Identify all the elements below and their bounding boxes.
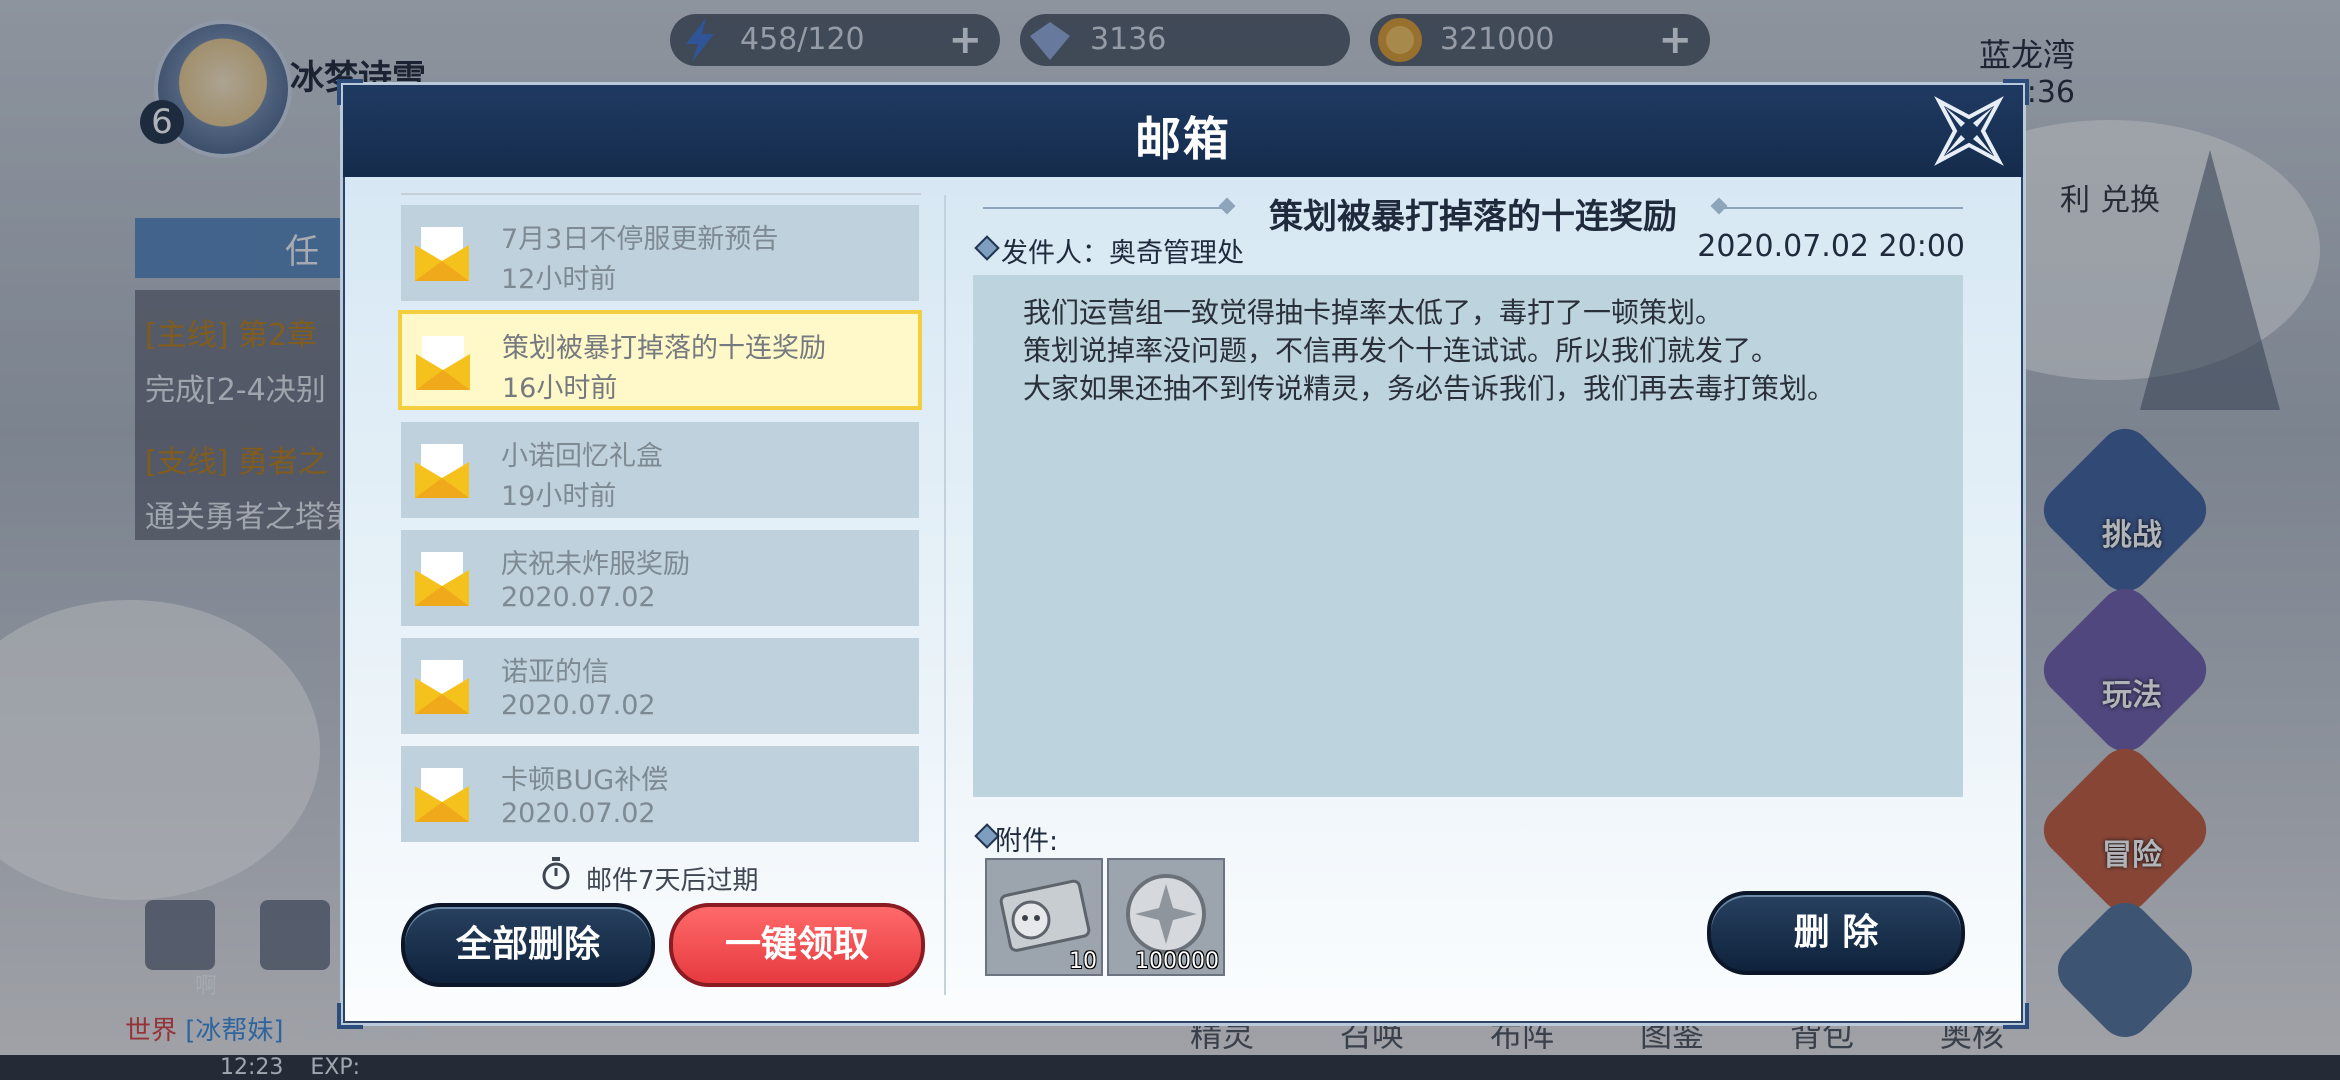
close-icon[interactable] bbox=[1933, 95, 2005, 167]
mail-item[interactable]: 小诺回忆礼盒 19小时前 bbox=[401, 422, 919, 518]
dialog-title: 邮箱 bbox=[1135, 112, 1231, 166]
claim-all-button[interactable]: 一键领取 bbox=[669, 903, 925, 987]
attachments-label: 附件: bbox=[995, 826, 1059, 857]
envelope-icon bbox=[415, 768, 469, 822]
mail-expire-note: 邮件7天后过期 bbox=[586, 866, 759, 896]
pane-divider bbox=[944, 195, 946, 995]
corner-ornament bbox=[2003, 79, 2029, 105]
content-line: 策划说掉率没问题，不信再发个十连试试。所以我们就发了。 bbox=[1023, 334, 1780, 367]
mail-time: 16小时前 bbox=[502, 373, 618, 404]
corner-ornament bbox=[2003, 1003, 2029, 1029]
mail-title: 诺亚的信 bbox=[501, 657, 609, 688]
list-divider bbox=[401, 193, 921, 195]
mail-date: 2020.07.02 20:00 bbox=[1697, 229, 1965, 264]
dialog-header: 邮箱 bbox=[343, 85, 2023, 177]
mail-item[interactable]: 卡顿BUG补偿 2020.07.02 bbox=[401, 746, 919, 842]
mail-title: 庆祝未炸服奖励 bbox=[501, 549, 690, 580]
mail-time: 2020.07.02 bbox=[501, 690, 656, 721]
content-line: 大家如果还抽不到传说精灵，务必告诉我们，我们再去毒打策划。 bbox=[1023, 372, 1836, 405]
attachment-qty: 10 bbox=[1069, 949, 1097, 974]
mail-content: 我们运营组一致觉得抽卡掉率太低了，毒打了一顿策划。 策划说掉率没问题，不信再发个… bbox=[973, 275, 1963, 797]
mail-time: 2020.07.02 bbox=[501, 582, 656, 613]
envelope-icon bbox=[415, 660, 469, 714]
mail-sender: 发件人：奥奇管理处 bbox=[1001, 238, 1244, 269]
attachment-qty: 100000 bbox=[1135, 949, 1219, 974]
stopwatch-icon bbox=[542, 857, 570, 890]
envelope-icon bbox=[416, 336, 470, 390]
mail-item[interactable]: 诺亚的信 2020.07.02 bbox=[401, 638, 919, 734]
mail-title: 策划被暴打掉落的十连奖励 bbox=[502, 333, 826, 364]
mail-title: 小诺回忆礼盒 bbox=[501, 441, 663, 472]
mail-time: 19小时前 bbox=[501, 481, 617, 512]
envelope-icon bbox=[415, 552, 469, 606]
mail-item[interactable]: 7月3日不停服更新预告 12小时前 bbox=[401, 205, 919, 301]
diamond-bullet-icon bbox=[974, 235, 1000, 261]
delete-all-button[interactable]: 全部删除 bbox=[401, 903, 655, 987]
attachment-item[interactable]: 100000 bbox=[1107, 858, 1225, 976]
mailbox-dialog: 邮箱 7月3日不停服更新预告 12小时前 策划被暴打掉落的十连奖励 16小时前 … bbox=[337, 79, 2029, 1029]
envelope-icon bbox=[415, 227, 469, 281]
attachment-item[interactable]: 10 bbox=[985, 858, 1103, 976]
content-line: 我们运营组一致觉得抽卡掉率太低了，毒打了一顿策划。 bbox=[1023, 296, 1724, 329]
mail-time: 2020.07.02 bbox=[501, 798, 656, 829]
envelope-icon bbox=[415, 444, 469, 498]
corner-ornament bbox=[337, 79, 363, 105]
corner-ornament bbox=[337, 1003, 363, 1029]
mail-item-selected[interactable]: 策划被暴打掉落的十连奖励 16小时前 bbox=[398, 310, 922, 410]
mail-title: 卡顿BUG补偿 bbox=[501, 765, 669, 796]
mail-title: 7月3日不停服更新预告 bbox=[501, 224, 779, 255]
delete-button[interactable]: 删 除 bbox=[1707, 891, 1965, 975]
mail-time: 12小时前 bbox=[501, 264, 617, 295]
mail-item[interactable]: 庆祝未炸服奖励 2020.07.02 bbox=[401, 530, 919, 626]
